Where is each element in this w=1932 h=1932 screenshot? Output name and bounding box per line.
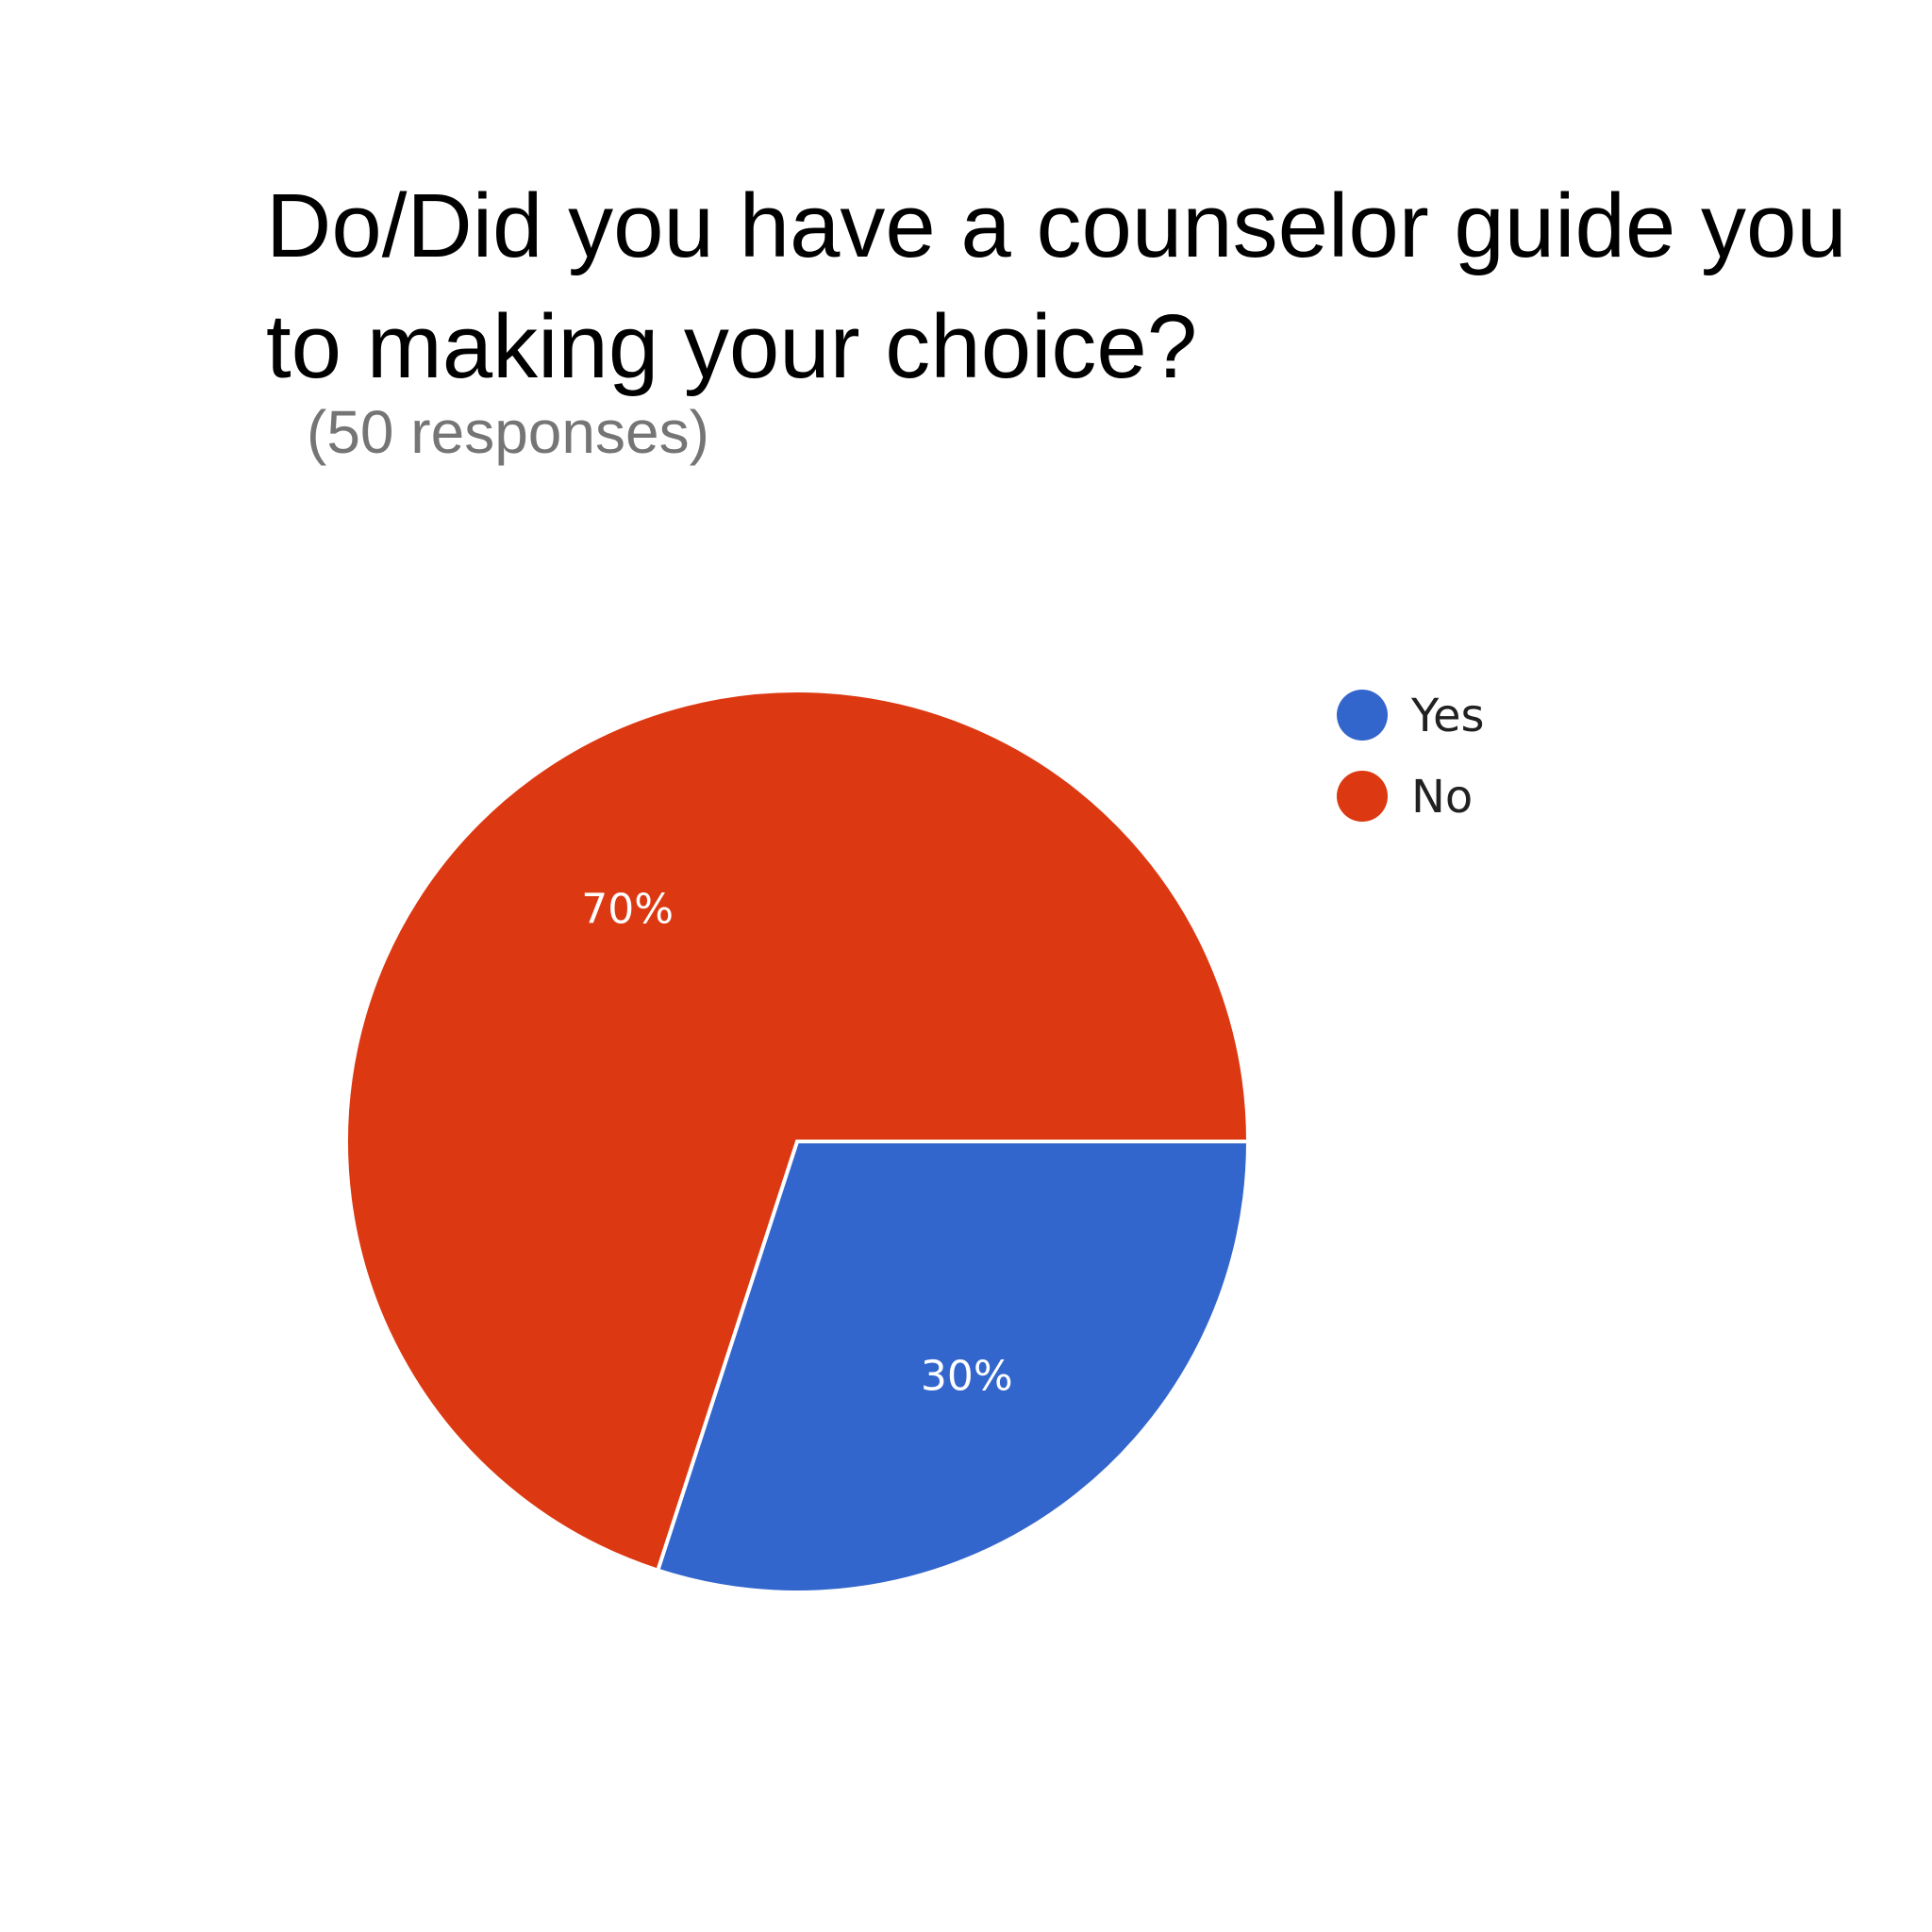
legend-swatch-no <box>1337 771 1388 822</box>
chart-legend: Yes No <box>1337 690 1484 824</box>
slice-label-yes: 30% <box>921 1352 1013 1400</box>
pie-chart: 30% 70% Yes No <box>344 689 1484 1594</box>
pie-slices <box>344 689 1251 1594</box>
legend-item-yes[interactable]: Yes <box>1337 690 1484 742</box>
legend-item-no[interactable]: No <box>1337 771 1473 824</box>
legend-label-yes: Yes <box>1410 690 1484 742</box>
slice-label-no: 70% <box>581 886 674 934</box>
legend-label-no: No <box>1411 771 1473 824</box>
legend-swatch-yes <box>1337 690 1388 741</box>
